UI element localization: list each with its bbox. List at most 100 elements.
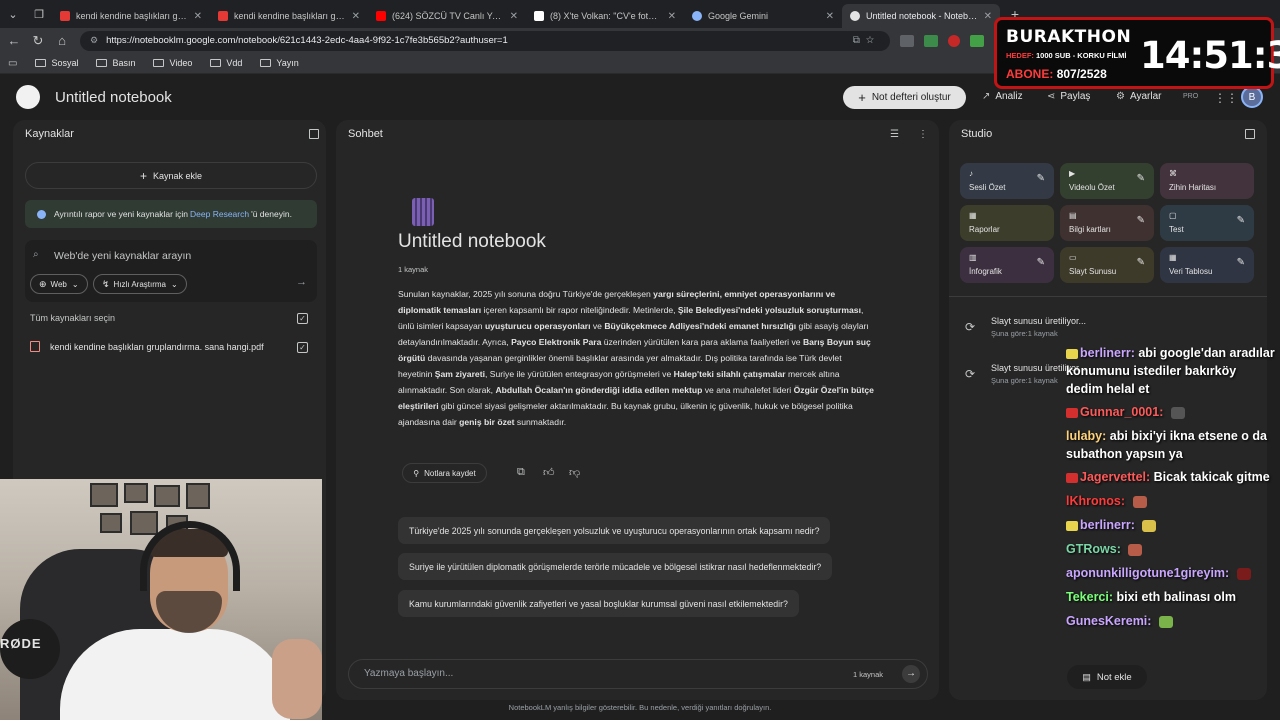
- extension-icon[interactable]: [924, 34, 938, 47]
- add-note-button[interactable]: ▤ Not ekle: [1067, 665, 1147, 689]
- reload-icon[interactable]: ↻: [26, 33, 50, 49]
- source-item[interactable]: kendi kendine başlıkları gruplandırma. s…: [30, 341, 264, 352]
- bookmark-folder[interactable]: Yayın: [260, 58, 299, 68]
- studio-tile[interactable]: ▶ Videolu Özet ✎: [1060, 163, 1154, 199]
- browser-tab[interactable]: Google Gemini ✕: [684, 4, 842, 28]
- tab-close-icon[interactable]: ✕: [352, 11, 360, 22]
- select-all-checkbox[interactable]: ✓: [297, 313, 308, 324]
- site-info-icon[interactable]: ⚙: [90, 35, 98, 46]
- studio-tile[interactable]: ▦ Veri Tablosu ✎: [1160, 247, 1254, 283]
- studio-tile[interactable]: ♪ Sesli Özet ✎: [960, 163, 1054, 199]
- trend-icon: ↗: [982, 91, 991, 102]
- settings-button[interactable]: ⚙ Ayarlar: [1116, 91, 1161, 102]
- edit-pencil-icon[interactable]: ✎: [1237, 215, 1245, 226]
- avatar[interactable]: B: [1241, 86, 1263, 108]
- extension-icon[interactable]: [900, 34, 914, 47]
- research-mode-dropdown[interactable]: ↯ Hızlı Araştırma ⌄: [93, 274, 187, 294]
- studio-tile[interactable]: ▥ İnfografik ✎: [960, 247, 1054, 283]
- studio-tile[interactable]: ▤ Bilgi kartları ✎: [1060, 205, 1154, 241]
- tab-label: Google Gemini: [708, 11, 769, 21]
- tab-search-icon[interactable]: ⌄: [0, 0, 26, 28]
- studio-tile[interactable]: ▦ Raporlar: [960, 205, 1054, 241]
- streamer-name: BURAKTHON: [1006, 27, 1132, 47]
- share-button[interactable]: ⋖ Paylaş: [1047, 91, 1090, 102]
- bookmark-folder[interactable]: Video: [153, 58, 192, 68]
- settings-label: Ayarlar: [1129, 91, 1162, 102]
- chat-username: Jagervettel: [1080, 470, 1147, 484]
- goal-text: 1000 SUB - KORKU FİLMİ: [1036, 51, 1127, 60]
- deep-research-suffix: 'ü deneyin.: [251, 209, 292, 219]
- tab-close-icon[interactable]: ✕: [510, 11, 518, 22]
- summary-highlight: Abdullah Öcalan'ın gönderdiği iddia edil…: [495, 385, 703, 395]
- thumbs-down-icon[interactable]: 👎︎: [569, 466, 580, 479]
- tab-close-icon[interactable]: ✕: [826, 11, 834, 22]
- bookmark-folder[interactable]: Basın: [96, 58, 135, 68]
- plus-icon: +: [858, 90, 866, 105]
- bookmark-folder[interactable]: Sosyal: [35, 58, 78, 68]
- browser-tab-active[interactable]: Untitled notebook - NotebookLM ✕: [842, 4, 1000, 28]
- back-icon[interactable]: ←: [2, 33, 26, 48]
- chat-separator: :: [1130, 518, 1139, 532]
- web-search-input[interactable]: Web'de yeni kaynaklar arayın: [54, 250, 191, 262]
- edit-pencil-icon[interactable]: ✎: [1137, 173, 1145, 184]
- edit-pencil-icon[interactable]: ✎: [1137, 257, 1145, 268]
- suggested-question[interactable]: Kamu kurumlarındaki güvenlik zafiyetleri…: [398, 590, 799, 617]
- save-to-notes-button[interactable]: ⚲ Notlara kaydet: [402, 463, 487, 483]
- browser-tab[interactable]: (8) X'te Volkan: "CV'e foto çekerke ✕: [526, 4, 684, 28]
- edit-pencil-icon[interactable]: ✎: [1037, 173, 1045, 184]
- extension-icon[interactable]: [970, 34, 984, 47]
- chat-separator: :: [1159, 405, 1167, 419]
- submit-search-icon[interactable]: →: [296, 276, 307, 288]
- chat-settings-icon[interactable]: ☰: [890, 129, 899, 140]
- create-notebook-label: Not defteri oluştur: [871, 92, 951, 103]
- analytics-button[interactable]: ↗ Analiz: [982, 91, 1023, 102]
- send-arrow-icon[interactable]: →: [902, 665, 920, 683]
- browser-tab[interactable]: kendi kendine başlıkları gruplandı ✕: [52, 4, 210, 28]
- extension-icon[interactable]: [948, 34, 960, 47]
- bookmark-star-icon[interactable]: ⧉☆: [853, 35, 880, 46]
- add-source-label: Kaynak ekle: [152, 170, 203, 181]
- flashcards-icon: ▤: [1069, 211, 1077, 220]
- edit-pencil-icon[interactable]: ✎: [1137, 215, 1145, 226]
- source-checkbox[interactable]: ✓: [297, 342, 308, 353]
- globe-icon: ⊕: [39, 278, 47, 289]
- chat-input[interactable]: Yazmaya başlayın... 1 kaynak →: [348, 659, 928, 689]
- deep-research-link[interactable]: Deep Research: [190, 209, 249, 219]
- apps-grid-icon[interactable]: ⋮⋮: [1214, 91, 1238, 105]
- tab-label: Untitled notebook - NotebookLM: [866, 11, 978, 21]
- copy-icon[interactable]: ⧉: [517, 466, 525, 479]
- collapse-panel-icon[interactable]: [1245, 129, 1255, 139]
- collapse-panel-icon[interactable]: [309, 129, 319, 139]
- studio-tile-label: Videolu Özet: [1069, 183, 1115, 192]
- notebook-title[interactable]: Untitled notebook: [55, 89, 172, 106]
- more-options-icon[interactable]: ⋮: [918, 129, 928, 140]
- tab-close-icon[interactable]: ✕: [984, 11, 992, 22]
- reading-list-icon[interactable]: ▭: [8, 58, 17, 69]
- notebook-heading: Untitled notebook: [398, 231, 546, 252]
- chat-username: berlinerr: [1080, 346, 1131, 360]
- browser-tab[interactable]: kendi kendine başlıkları gruplandı ✕: [210, 4, 368, 28]
- divider: [949, 296, 1267, 297]
- thumbs-up-icon[interactable]: 👍︎: [543, 466, 555, 479]
- chat-separator: :: [1116, 542, 1125, 556]
- edit-pencil-icon[interactable]: ✎: [1037, 257, 1045, 268]
- bookmark-folder[interactable]: Vdd: [210, 58, 242, 68]
- tab-close-icon[interactable]: ✕: [194, 11, 202, 22]
- browser-tab[interactable]: (624) SÖZCÜ TV Canlı Yayını ᴴᴰ - Y ✕: [368, 4, 526, 28]
- web-source-dropdown[interactable]: ⊕ Web ⌄: [30, 274, 88, 294]
- create-notebook-button[interactable]: + Not defteri oluştur: [843, 86, 966, 109]
- studio-tile[interactable]: ▭ Slayt Sunusu ✎: [1060, 247, 1154, 283]
- workspaces-icon[interactable]: ❐: [26, 0, 52, 28]
- suggested-question[interactable]: Suriye ile yürütülen diplomatik görüşmel…: [398, 553, 833, 580]
- studio-tile[interactable]: ⌘ Zihin Haritası: [1160, 163, 1254, 199]
- url-bar[interactable]: ⚙ https://notebooklm.google.com/notebook…: [80, 30, 890, 51]
- home-icon[interactable]: ⌂: [50, 33, 74, 48]
- pin-icon: ⚲: [413, 468, 420, 478]
- tab-close-icon[interactable]: ✕: [668, 11, 676, 22]
- studio-tile[interactable]: ▢ Test ✎: [1160, 205, 1254, 241]
- edit-pencil-icon[interactable]: ✎: [1237, 257, 1245, 268]
- add-source-button[interactable]: + Kaynak ekle: [25, 162, 317, 189]
- suggested-question[interactable]: Türkiye'de 2025 yılı sonunda gerçekleşen…: [398, 517, 831, 544]
- notebooklm-logo[interactable]: [16, 85, 40, 109]
- deep-research-text: Ayrıntılı rapor ve yeni kaynaklar için: [54, 209, 189, 219]
